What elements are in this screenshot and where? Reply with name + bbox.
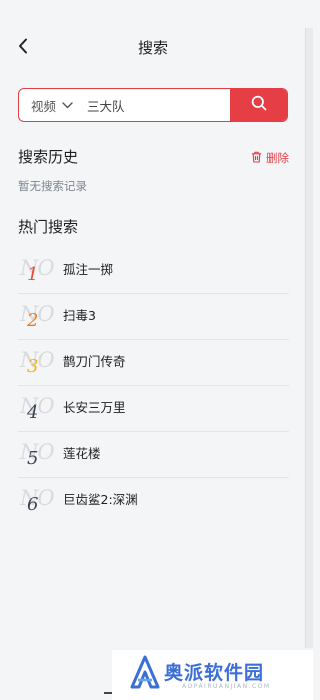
hot-search-title: 热门搜索 [18, 218, 79, 236]
rank-badge: NO 5 [20, 440, 58, 470]
header: 搜索 [0, 0, 306, 96]
watermark-logo-icon [130, 655, 160, 693]
hot-search-item[interactable]: NO 2 扫毒3 [18, 294, 289, 340]
rank-number: 3 [27, 356, 39, 377]
hot-search-list: NO 1 孤注一掷 NO 2 扫毒3 NO 3 鹊刀门传奇 NO 4 长安三万里… [18, 248, 289, 523]
hot-search-name: 扫毒3 [63, 308, 96, 323]
home-indicator [104, 692, 112, 694]
hot-search-item[interactable]: NO 6 巨齿鲨2:深渊 [18, 478, 289, 523]
search-button[interactable] [230, 89, 287, 121]
search-icon [251, 95, 267, 115]
delete-label: 删除 [266, 151, 289, 165]
rank-badge: NO 3 [20, 348, 58, 378]
chevron-down-icon [62, 101, 73, 109]
page-title: 搜索 [137, 39, 168, 57]
hot-search-name: 长安三万里 [63, 400, 126, 415]
hot-search-name: 孤注一掷 [63, 262, 114, 277]
delete-history-button[interactable]: 删除 [251, 150, 289, 166]
rank-number: 6 [27, 494, 39, 515]
rank-number: 5 [27, 448, 39, 469]
hot-search-name: 巨齿鲨2:深渊 [63, 492, 138, 507]
history-empty-text: 暂无搜索记录 [18, 179, 87, 193]
search-type-label: 视频 [31, 98, 57, 114]
rank-badge: NO 6 [20, 486, 58, 516]
scrollbar[interactable] [305, 28, 313, 648]
watermark-text: 奥派软件园 [164, 662, 265, 684]
rank-badge: NO 2 [20, 302, 58, 332]
hot-search-item[interactable]: NO 3 鹊刀门传奇 [18, 340, 289, 386]
history-title: 搜索历史 [18, 148, 79, 166]
rank-number: 1 [27, 264, 39, 285]
rank-badge: NO 1 [20, 256, 58, 286]
hot-search-name: 鹊刀门传奇 [63, 354, 126, 369]
trash-icon [251, 151, 266, 166]
rank-number: 4 [27, 402, 39, 423]
rank-number: 2 [27, 310, 39, 331]
watermark: 奥派软件园 AOPAIRUANJIAN.COM [112, 650, 313, 700]
watermark-subtext: AOPAIRUANJIAN.COM [182, 683, 271, 690]
search-bar: 视频 [18, 88, 288, 122]
search-input[interactable] [87, 89, 227, 121]
hot-search-item[interactable]: NO 1 孤注一掷 [18, 248, 289, 294]
rank-badge: NO 4 [20, 394, 58, 424]
hot-search-item[interactable]: NO 5 莲花楼 [18, 432, 289, 478]
hot-search-item[interactable]: NO 4 长安三万里 [18, 386, 289, 432]
search-type-dropdown[interactable]: 视频 [31, 89, 73, 121]
hot-search-name: 莲花楼 [63, 446, 101, 461]
